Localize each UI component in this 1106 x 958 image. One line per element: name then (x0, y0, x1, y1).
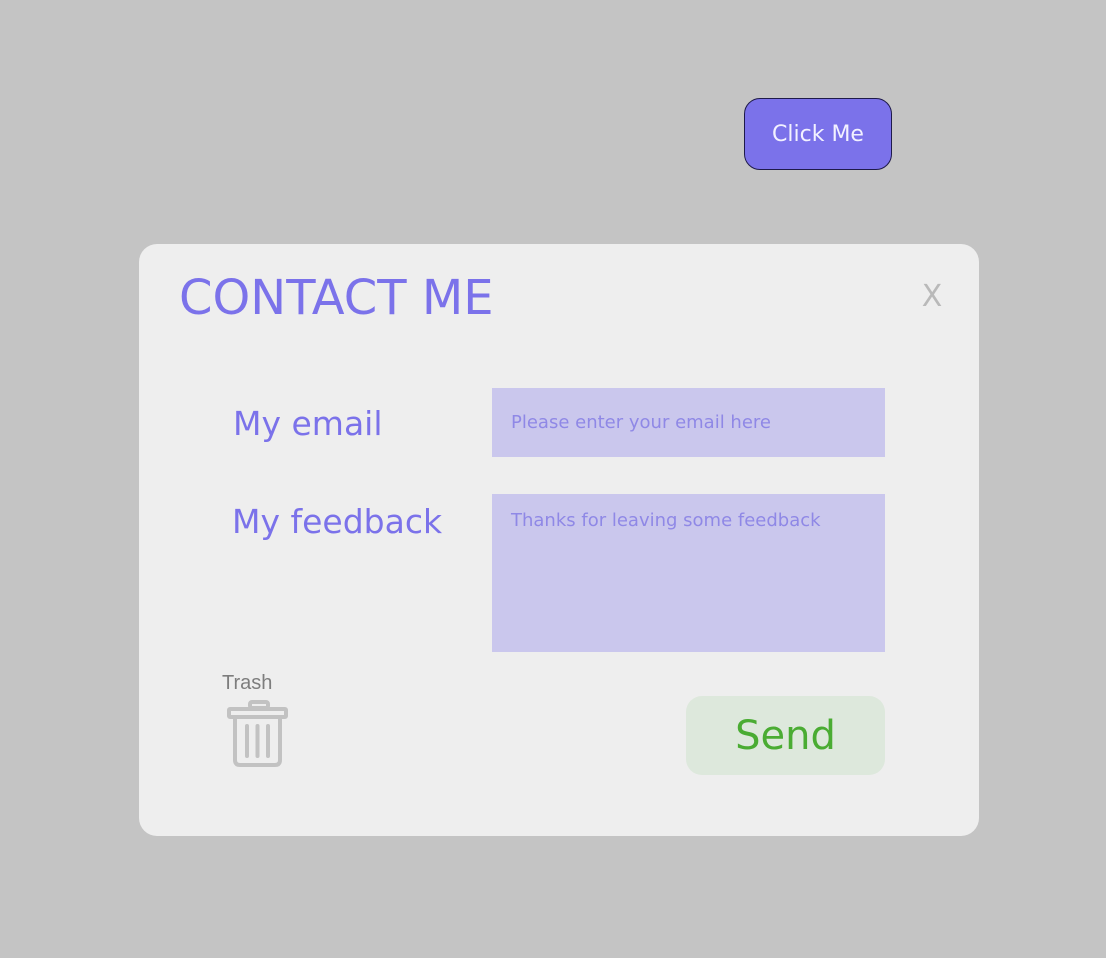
trash-label: Trash (222, 672, 273, 694)
send-button[interactable]: Send (686, 696, 885, 775)
feedback-label: My feedback (232, 502, 443, 541)
close-button[interactable]: X (915, 278, 949, 314)
modal-title: CONTACT ME (179, 270, 494, 326)
email-label: My email (233, 404, 383, 443)
trash-icon (227, 700, 288, 767)
feedback-textarea[interactable] (492, 494, 885, 652)
contact-modal: CONTACT ME X My email My feedback Trash … (139, 244, 979, 836)
trash-button[interactable]: Trash (219, 672, 299, 768)
email-input[interactable] (492, 388, 885, 457)
click-me-button[interactable]: Click Me (744, 98, 892, 170)
